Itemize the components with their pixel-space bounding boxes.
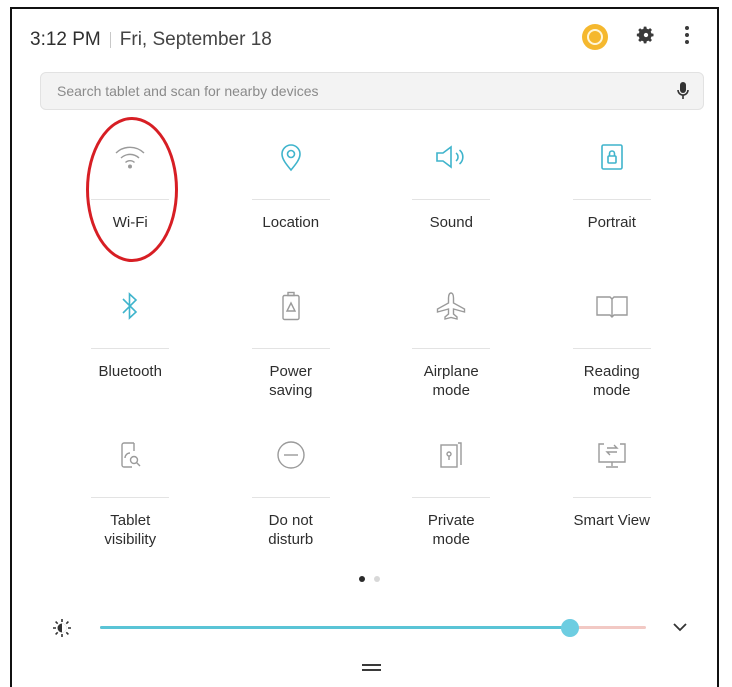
airplane-icon — [371, 274, 532, 338]
tile-airplane-mode[interactable]: Airplane mode — [371, 274, 532, 423]
tile-bluetooth[interactable]: Bluetooth — [50, 274, 211, 423]
tile-label: Bluetooth — [98, 363, 162, 380]
brightness-control — [52, 616, 712, 640]
page-dot[interactable] — [374, 576, 380, 582]
do-not-disturb-icon — [211, 423, 372, 487]
tile-label: Power saving — [269, 363, 313, 399]
status-bar: 3:12 PM Fri, September 18 — [30, 26, 272, 54]
battery-icon — [211, 274, 372, 338]
tile-reading-mode[interactable]: Reading mode — [532, 274, 693, 423]
brightness-slider[interactable] — [100, 619, 646, 637]
tile-do-not-disturb[interactable]: Do not disturb — [211, 423, 372, 572]
search-input[interactable] — [55, 72, 663, 110]
tile-portrait[interactable]: Portrait — [532, 125, 693, 274]
tile-label: Portrait — [587, 214, 636, 231]
divider — [91, 348, 170, 349]
expand-chevron-icon[interactable] — [672, 620, 688, 638]
tile-label: Private mode — [427, 512, 475, 548]
tile-label: Sound — [429, 214, 473, 231]
clock: 3:12 PM — [30, 29, 101, 50]
divider — [251, 348, 330, 349]
divider — [412, 348, 491, 349]
date: Fri, September 18 — [119, 29, 272, 50]
divider — [251, 199, 330, 200]
more-options-icon[interactable] — [684, 25, 690, 50]
divider — [572, 497, 651, 498]
brightness-icon — [52, 618, 72, 643]
search-bar[interactable] — [40, 72, 704, 110]
page-indicator — [359, 576, 380, 582]
tile-label: Do not disturb — [268, 512, 314, 548]
divider — [91, 199, 170, 200]
tile-location[interactable]: Location — [211, 125, 372, 274]
tile-power-saving[interactable]: Power saving — [211, 274, 372, 423]
brightness-thumb[interactable] — [560, 619, 579, 637]
tablet-visibility-icon — [50, 423, 211, 487]
tile-private-mode[interactable]: Private mode — [371, 423, 532, 572]
portrait-lock-icon — [532, 125, 693, 189]
tile-wifi[interactable]: Wi-Fi — [50, 125, 211, 274]
divider — [412, 199, 491, 200]
divider — [572, 199, 651, 200]
tile-sound[interactable]: Sound — [371, 125, 532, 274]
smart-view-icon — [532, 423, 693, 487]
separator — [109, 32, 111, 48]
bluetooth-icon — [50, 274, 211, 338]
tile-smart-view[interactable]: Smart View — [532, 423, 693, 572]
tile-label: Tablet visibility — [104, 512, 157, 548]
microphone-icon[interactable] — [663, 81, 703, 101]
tile-tablet-visibility[interactable]: Tablet visibility — [50, 423, 211, 572]
top-actions — [582, 24, 690, 50]
tile-label: Location — [262, 214, 320, 231]
divider — [572, 348, 651, 349]
divider — [412, 497, 491, 498]
drag-handle-icon[interactable] — [362, 664, 381, 674]
divider — [251, 497, 330, 498]
book-icon — [532, 274, 693, 338]
brightness-fill — [100, 626, 570, 629]
tile-label: Smart View — [573, 512, 650, 529]
tile-label: Reading mode — [583, 363, 640, 399]
settings-gear-icon[interactable] — [636, 25, 656, 50]
wifi-icon — [50, 125, 211, 189]
divider — [91, 497, 170, 498]
quick-settings-grid: Wi-Fi Location Sound Portrait Bluetooth — [50, 125, 692, 572]
location-icon — [211, 125, 372, 189]
sound-icon — [371, 125, 532, 189]
tile-label: Airplane mode — [423, 363, 479, 399]
tile-label: Wi-Fi — [112, 214, 148, 231]
page-dot[interactable] — [359, 576, 365, 582]
private-mode-icon — [371, 423, 532, 487]
account-icon[interactable] — [582, 24, 608, 50]
